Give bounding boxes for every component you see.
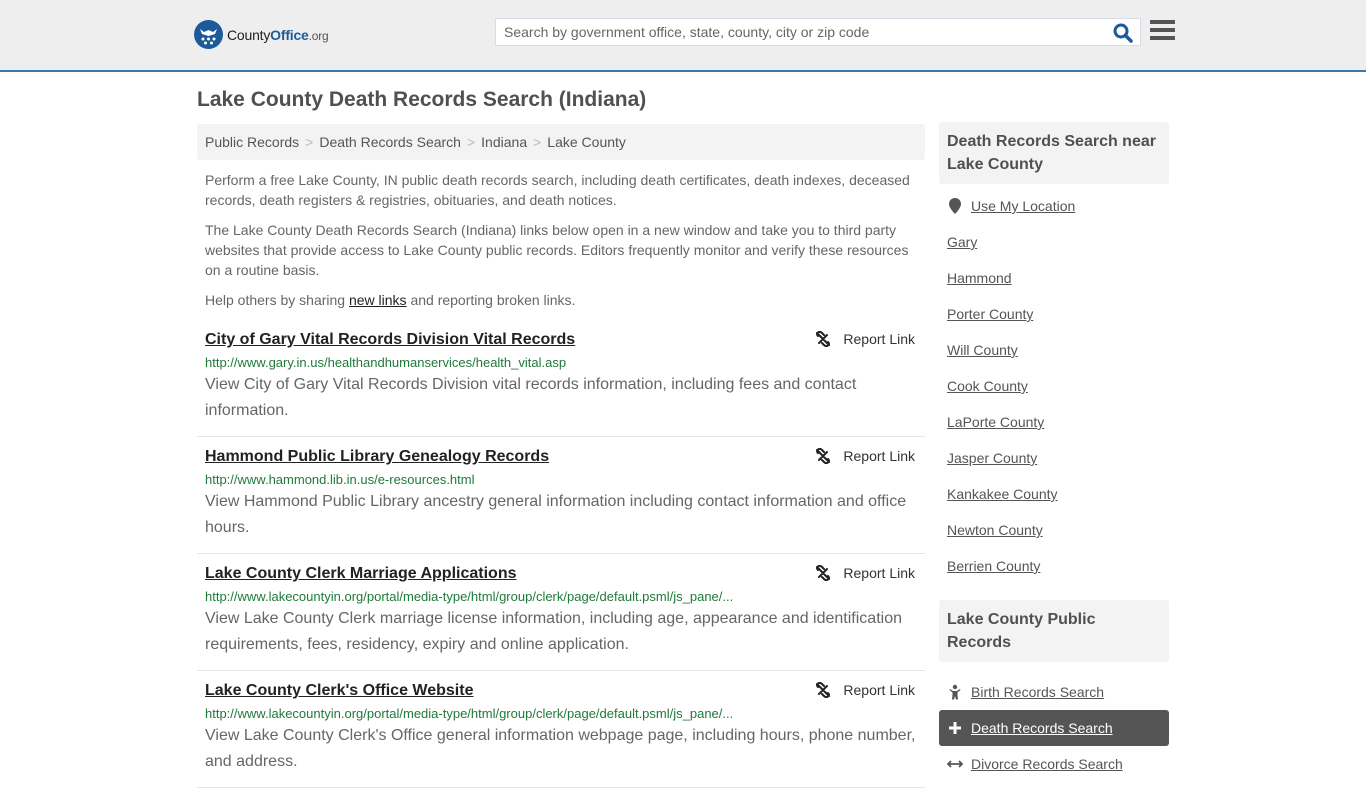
logo-brand: Office (270, 26, 309, 43)
report-link-label: Report Link (843, 682, 915, 698)
public-records-item-active: Death Records Search (939, 710, 1169, 746)
breadcrumb-item-lake-county[interactable]: Lake County (547, 134, 626, 150)
result-description: View City of Gary Vital Records Division… (205, 376, 857, 419)
help-paragraph: Help others by sharing new links and rep… (205, 290, 920, 310)
report-link-button[interactable]: Report Link (815, 331, 915, 347)
nearby-list: Use My Location Gary Hammond Porter Coun… (939, 184, 1169, 594)
nearby-link-gary[interactable]: Gary (947, 234, 977, 250)
broken-link-icon (816, 565, 831, 581)
intro-paragraph: The Lake County Death Records Search (In… (205, 222, 909, 278)
nearby-link-berrien-county[interactable]: Berrien County (947, 558, 1040, 574)
divorce-records-link[interactable]: Divorce Records Search (971, 756, 1123, 772)
page-title: Lake County Death Records Search (Indian… (197, 88, 647, 111)
broken-link-icon (816, 448, 831, 464)
intro-paragraph: Perform a free Lake County, IN public de… (205, 172, 910, 208)
result-url: http://www.hammond.lib.in.us/e-resources… (205, 472, 475, 487)
baby-icon (947, 684, 963, 700)
nearby-link-laporte-county[interactable]: LaPorte County (947, 414, 1044, 430)
use-my-location-link[interactable]: Use My Location (971, 198, 1075, 214)
nearby-link-will-county[interactable]: Will County (947, 342, 1018, 358)
intro-text: Perform a free Lake County, IN public de… (205, 170, 920, 320)
menu-bar (1150, 36, 1175, 40)
help-text: Help others by sharing (205, 292, 349, 308)
search-input[interactable] (496, 19, 1096, 45)
result-item: City of Gary Vital Records Division Vita… (197, 320, 925, 437)
breadcrumb: Public Records > Death Records Search > Indi… (197, 124, 925, 160)
breadcrumb-item-indiana[interactable]: Indiana (481, 134, 527, 150)
nearby-heading: Death Records Search near Lake County (939, 122, 1169, 184)
breadcrumb-item-death-records[interactable]: Death Records Search (319, 134, 461, 150)
result-title-link[interactable]: Hammond Public Library Genealogy Records (205, 447, 549, 467)
logo-prefix: County (227, 26, 271, 43)
nearby-link-hammond[interactable]: Hammond (947, 270, 1012, 286)
nearby-item: Berrien County (947, 558, 1161, 594)
broken-link-icon (816, 682, 831, 698)
search-icon (1113, 23, 1133, 43)
site-logo[interactable]: CountyOffice.org (194, 20, 329, 49)
map-pin-icon (947, 198, 963, 214)
birth-records-link[interactable]: Birth Records Search (971, 684, 1104, 700)
hamburger-menu-icon[interactable] (1150, 20, 1175, 42)
breadcrumb-separator: > (305, 134, 314, 150)
sidebar: Death Records Search near Lake County Us… (939, 122, 1169, 782)
new-links-link[interactable]: new links (349, 292, 407, 308)
breadcrumb-item-public-records[interactable]: Public Records (205, 134, 299, 150)
result-description: View Hammond Public Library ancestry gen… (205, 493, 907, 536)
help-text: and reporting broken links. (406, 292, 576, 308)
menu-bar (1150, 28, 1175, 32)
nearby-item: Hammond (947, 270, 1161, 306)
nearby-item: Porter County (947, 306, 1161, 342)
report-link-label: Report Link (843, 565, 915, 581)
nearby-item: Will County (947, 342, 1161, 378)
result-url: http://www.lakecountyin.org/portal/media… (205, 589, 734, 604)
logo-tld: .org (308, 28, 329, 43)
result-description: View Lake County Clerk marriage license … (205, 610, 902, 653)
result-title-link[interactable]: City of Gary Vital Records Division Vita… (205, 330, 575, 350)
nearby-link-cook-county[interactable]: Cook County (947, 378, 1028, 394)
plus-cross-icon (947, 721, 963, 735)
report-link-label: Report Link (843, 331, 915, 347)
result-title-link[interactable]: Lake County Clerk's Office Website (205, 681, 473, 701)
result-title-link[interactable]: Lake County Clerk Marriage Applications (205, 564, 516, 584)
breadcrumb-separator: > (466, 134, 476, 150)
report-link-button[interactable]: Report Link (815, 565, 915, 581)
nearby-link-newton-county[interactable]: Newton County (947, 522, 1043, 538)
nearby-item: Jasper County (947, 450, 1161, 486)
result-item: Lake County Clerk's Office Website Repor… (197, 671, 925, 788)
arrows-horizontal-icon (947, 758, 963, 770)
result-url: http://www.gary.in.us/healthandhumanserv… (205, 355, 567, 370)
result-url: http://www.lakecountyin.org/portal/media… (205, 706, 734, 721)
logo-text: CountyOffice.org (227, 27, 329, 43)
nearby-link-kankakee-county[interactable]: Kankakee County (947, 486, 1058, 502)
nearby-link-porter-county[interactable]: Porter County (947, 306, 1033, 322)
result-item: Lake County Clerk Marriage Applications … (197, 554, 925, 671)
nearby-item: Gary (947, 234, 1161, 270)
site-header: CountyOffice.org (0, 0, 1366, 72)
result-description: View Lake County Clerk's Office general … (205, 727, 916, 770)
report-link-button[interactable]: Report Link (815, 448, 915, 464)
report-link-button[interactable]: Report Link (815, 682, 915, 698)
use-my-location-item: Use My Location (947, 198, 1161, 234)
search-box (495, 18, 1141, 46)
nearby-item: Cook County (947, 378, 1161, 414)
public-records-item: Divorce Records Search (939, 746, 1169, 782)
nearby-item: LaPorte County (947, 414, 1161, 450)
death-records-link[interactable]: Death Records Search (971, 720, 1113, 736)
result-item: Hammond Public Library Genealogy Records… (197, 437, 925, 554)
public-records-list: Birth Records Search Death Records Searc… (939, 662, 1169, 782)
nearby-link-jasper-county[interactable]: Jasper County (947, 450, 1037, 466)
breadcrumb-separator: > (533, 134, 542, 150)
nearby-item: Kankakee County (947, 486, 1161, 522)
logo-eagle-icon (194, 20, 223, 49)
nearby-item: Newton County (947, 522, 1161, 558)
menu-bar (1150, 20, 1175, 24)
broken-link-icon (816, 331, 831, 347)
results-list: City of Gary Vital Records Division Vita… (197, 320, 925, 788)
report-link-label: Report Link (843, 448, 915, 464)
public-records-item: Birth Records Search (939, 674, 1169, 710)
search-button[interactable] (1112, 22, 1134, 44)
public-records-heading: Lake County Public Records (939, 600, 1169, 662)
